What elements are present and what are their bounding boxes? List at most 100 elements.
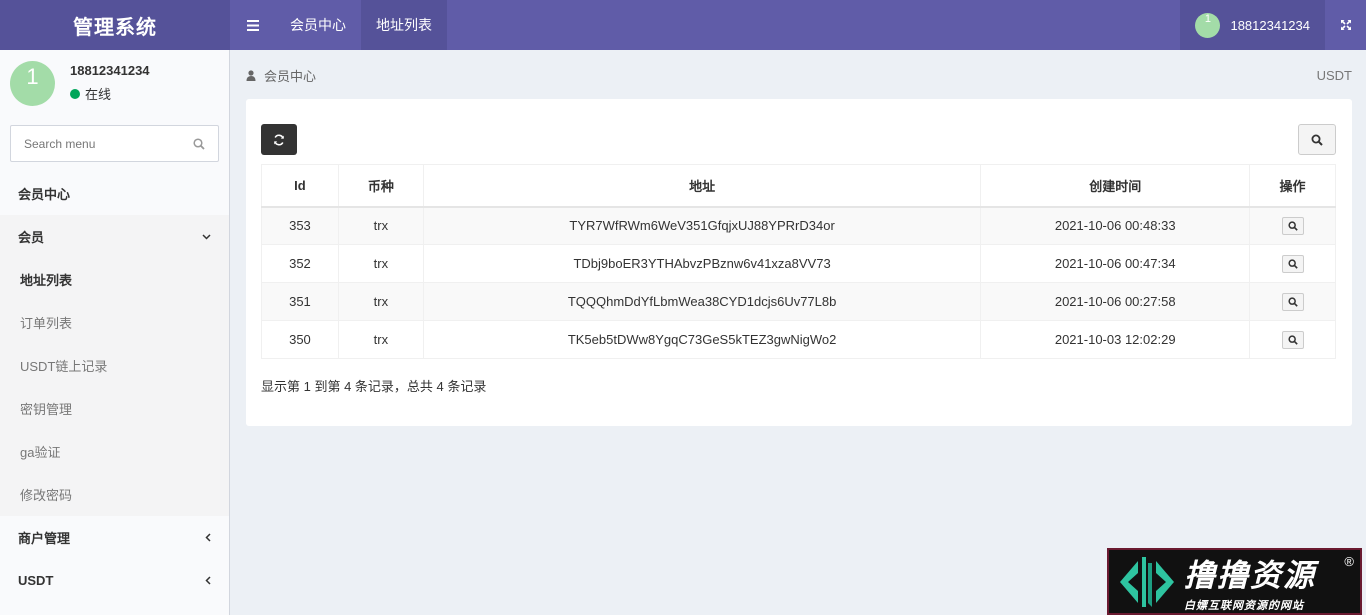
status-dot-icon [70,88,80,99]
search-icon [1287,296,1298,307]
sidebar-item-merchant-management[interactable]: 商户管理 [0,516,229,559]
table-header-row: Id 币种 地址 创建时间 操作 [261,164,1336,208]
pagination-info: 显示第 1 到第 4 条记录，总共 4 条记录 [261,379,487,394]
user-menu[interactable]: 1 18812341234 [1180,0,1325,50]
user-panel: 1 18812341234 在线 [0,50,229,116]
chevron-left-icon [205,576,211,585]
table-row: 350 trx TK5eb5tDWw8YgqC73GeS5kTEZ3gwNigW… [261,320,1336,359]
column-header-coin[interactable]: 币种 [337,164,424,208]
cell-created-time: 2021-10-03 12:02:29 [980,320,1251,359]
cell-created-time: 2021-10-06 00:27:58 [980,282,1251,321]
submenu-member: 地址列表 订单列表 USDT链上记录 密钥管理 ga验证 修改密码 [0,258,229,516]
sidebar-item-usdt[interactable]: USDT [0,559,229,602]
refresh-button[interactable] [261,124,297,155]
sidebar-item-label: 商户管理 [18,531,71,546]
sidebar-item-usdt-chain-records[interactable]: USDT链上记录 [0,344,229,387]
watermark-texts: 撸撸资源 白嫖互联网资源的网站 [1184,550,1316,613]
cell-actions [1249,282,1336,321]
column-header-actions: 操作 [1249,164,1336,208]
user-name: 18812341234 [1230,17,1310,33]
search-input[interactable] [11,136,180,151]
sidebar-item-change-password[interactable]: 修改密码 [0,473,229,516]
cell-address: TDbj9boER3YTHAbvzPBznw6v41xza8VV73 [422,244,982,283]
cell-coin: trx [337,282,424,321]
table-row: 352 trx TDbj9boER3YTHAbvzPBznw6v41xza8VV… [261,244,1336,283]
top-header: 管理系统 会员中心 地址列表 1 18812341234 [0,0,1366,50]
cell-created-time: 2021-10-06 00:47:34 [980,244,1251,283]
watermark-subtitle: 白嫖互联网资源的网站 [1184,600,1304,612]
sidebar-item-ga-verify[interactable]: ga验证 [0,430,229,473]
cell-address: TQQQhmDdYfLbmWea38CYD1dcjs6Uv77L8b [422,282,982,321]
user-info: 18812341234 在线 [70,63,150,103]
sidebar-item-address-list[interactable]: 地址列表 [0,258,229,301]
fullscreen-button[interactable] [1325,0,1366,50]
cell-coin: trx [337,206,424,245]
watermark-logo: 撸撸资源 白嫖互联网资源的网站 ® [1107,548,1362,615]
tab-address-list[interactable]: 地址列表 [361,0,447,50]
search-icon [1287,334,1298,345]
watermark-mark-icon [1109,550,1184,613]
search-icon [1287,258,1298,269]
cell-actions [1249,206,1336,245]
cell-address: TYR7WfRWm6WeV351GfqjxUJ88YPRrD34or [422,206,982,245]
sidebar-item-order-list[interactable]: 订单列表 [0,301,229,344]
sidebar-item-label: 会员中心 [18,187,71,202]
chevron-left-icon [205,533,211,542]
view-button[interactable] [1281,292,1304,311]
view-button[interactable] [1281,254,1304,273]
cell-id: 353 [261,206,339,245]
cell-coin: trx [337,244,424,283]
expand-icon [1340,20,1351,30]
cell-coin: trx [337,320,424,359]
breadcrumb: 会员中心 [246,66,316,85]
sidebar-menu: 会员中心 会员 地址列表 订单列表 USDT链上记录 密钥管理 ga验证 修改密… [0,172,229,602]
cell-actions [1249,320,1336,359]
view-button[interactable] [1281,330,1304,349]
sidebar: 1 18812341234 在线 会员中心 会员 地址列表 订单列表 USDT链… [0,50,230,615]
breadcrumb-label: 会员中心 [264,69,317,84]
user-name: 18812341234 [70,63,150,78]
sidebar-item-member-center[interactable]: 会员中心 [0,172,229,215]
search-icon [193,137,205,150]
search-button[interactable] [180,137,218,150]
sidebar-item-label: USDT [18,573,54,588]
sidebar-search [10,125,219,162]
sidebar-toggle-button[interactable] [230,0,275,50]
search-icon [1311,134,1323,146]
status-text: 在线 [85,87,112,102]
table-row: 351 trx TQQQhmDdYfLbmWea38CYD1dcjs6Uv77L… [261,282,1336,321]
address-list-panel: Id 币种 地址 创建时间 操作 353 trx TYR7WfRWm6WeV35… [246,99,1352,426]
header-right: 1 18812341234 [1180,0,1366,50]
avatar: 1 [1195,12,1221,38]
tab-member-center[interactable]: 会员中心 [275,0,361,50]
refresh-icon [274,134,284,145]
column-header-address[interactable]: 地址 [422,164,982,208]
column-header-created-time[interactable]: 创建时间 [980,164,1251,208]
cell-id: 352 [261,244,339,283]
bars-icon [246,19,259,31]
user-icon [246,70,256,81]
chevron-down-icon [202,233,211,240]
cell-id: 350 [261,320,339,359]
column-header-id[interactable]: Id [261,164,339,208]
cell-address: TK5eb5tDWw8YgqC73GeS5kTEZ3gwNigWo2 [422,320,982,359]
app-logo[interactable]: 管理系统 [0,0,230,50]
page-context-label: USDT [1316,68,1352,83]
cell-actions [1249,244,1336,283]
cell-created-time: 2021-10-06 00:48:33 [980,206,1251,245]
search-icon [1287,221,1298,231]
table-search-button[interactable] [1298,124,1336,155]
online-status: 在线 [70,84,150,103]
view-button[interactable] [1281,216,1304,235]
sidebar-item-member[interactable]: 会员 [0,215,229,258]
address-table: Id 币种 地址 创建时间 操作 353 trx TYR7WfRWm6WeV35… [261,164,1336,359]
top-nav: 会员中心 地址列表 [230,0,447,50]
cell-id: 351 [261,282,339,321]
content-header: 会员中心 USDT [246,66,1352,85]
registered-mark: ® [1344,554,1354,569]
sidebar-item-key-management[interactable]: 密钥管理 [0,387,229,430]
watermark-title: 撸撸资源 [1184,558,1316,593]
sidebar-item-label: 会员 [18,230,45,245]
avatar: 1 [10,60,55,106]
table-row: 353 trx TYR7WfRWm6WeV351GfqjxUJ88YPRrD34… [261,206,1336,245]
